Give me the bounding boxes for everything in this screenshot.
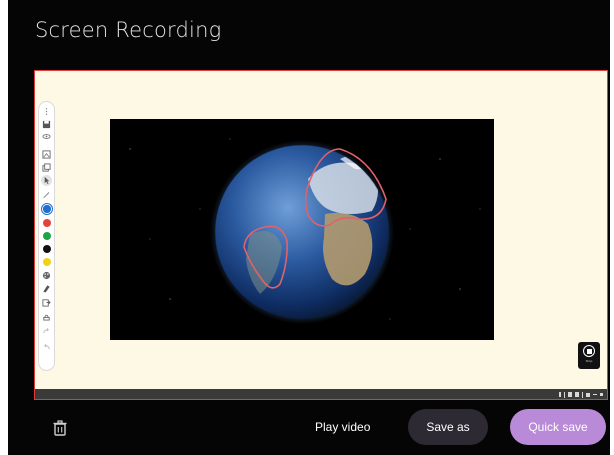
divider	[564, 391, 565, 398]
chevron-left-icon[interactable]	[559, 392, 561, 397]
earth-image	[129, 138, 481, 324]
redo-icon[interactable]	[41, 326, 52, 337]
video-preview	[110, 119, 494, 340]
frame-icon[interactable]	[41, 149, 52, 160]
color-yellow-swatch[interactable]	[41, 256, 52, 267]
export-icon[interactable]	[41, 297, 52, 308]
stamp-icon[interactable]	[41, 311, 52, 322]
play-video-button[interactable]: Play video	[315, 420, 370, 434]
color-black-swatch[interactable]	[41, 243, 52, 254]
close-icon[interactable]	[600, 393, 603, 396]
eye-icon[interactable]	[41, 131, 52, 142]
drag-handle-icon[interactable]	[41, 106, 52, 117]
color-blue-swatch[interactable]	[41, 203, 52, 214]
color-green-swatch[interactable]	[41, 230, 52, 241]
quick-save-button[interactable]: Quick save	[510, 409, 606, 445]
stop-label: Stop	[585, 359, 593, 363]
pen-icon[interactable]	[41, 189, 52, 200]
stop-recording-button[interactable]: Stop	[578, 342, 600, 369]
pause-icon[interactable]	[575, 392, 579, 397]
undo-icon[interactable]	[41, 342, 52, 353]
resize-icon[interactable]	[586, 392, 590, 397]
minimize-icon[interactable]	[593, 394, 597, 395]
divider	[582, 391, 583, 398]
recording-control-strip	[35, 389, 607, 399]
stop-icon	[583, 345, 595, 357]
save-icon[interactable]	[41, 119, 52, 130]
eraser-icon[interactable]	[41, 283, 52, 294]
screen-recording-window: Screen Recording Stop Play video Save as…	[8, 0, 610, 455]
color-red-swatch[interactable]	[41, 217, 52, 228]
window-title: Screen Recording	[35, 18, 222, 42]
palette-icon[interactable]	[41, 270, 52, 281]
record-icon[interactable]	[568, 392, 572, 397]
recording-canvas: Stop	[34, 70, 608, 400]
save-as-button[interactable]: Save as	[408, 409, 488, 445]
trash-icon[interactable]	[51, 419, 69, 437]
pointer-icon[interactable]	[41, 175, 52, 186]
annotation-toolbar	[38, 101, 55, 371]
copy-icon[interactable]	[41, 162, 52, 173]
